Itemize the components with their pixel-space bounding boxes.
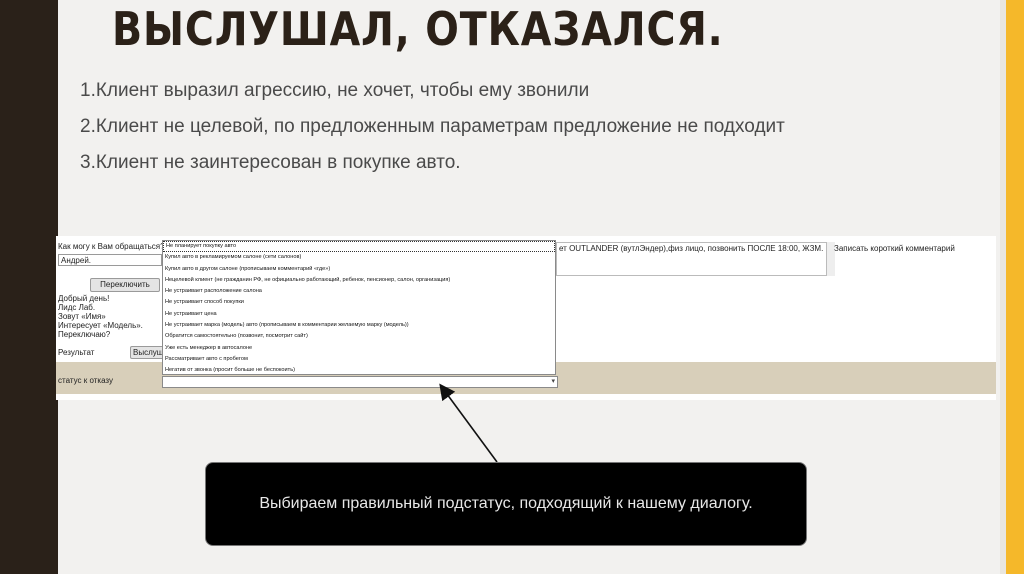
callout-text: Выбираем правильный подстатус, подходящи… [259,495,753,512]
callout-box: Выбираем правильный подстатус, подходящи… [205,462,807,546]
